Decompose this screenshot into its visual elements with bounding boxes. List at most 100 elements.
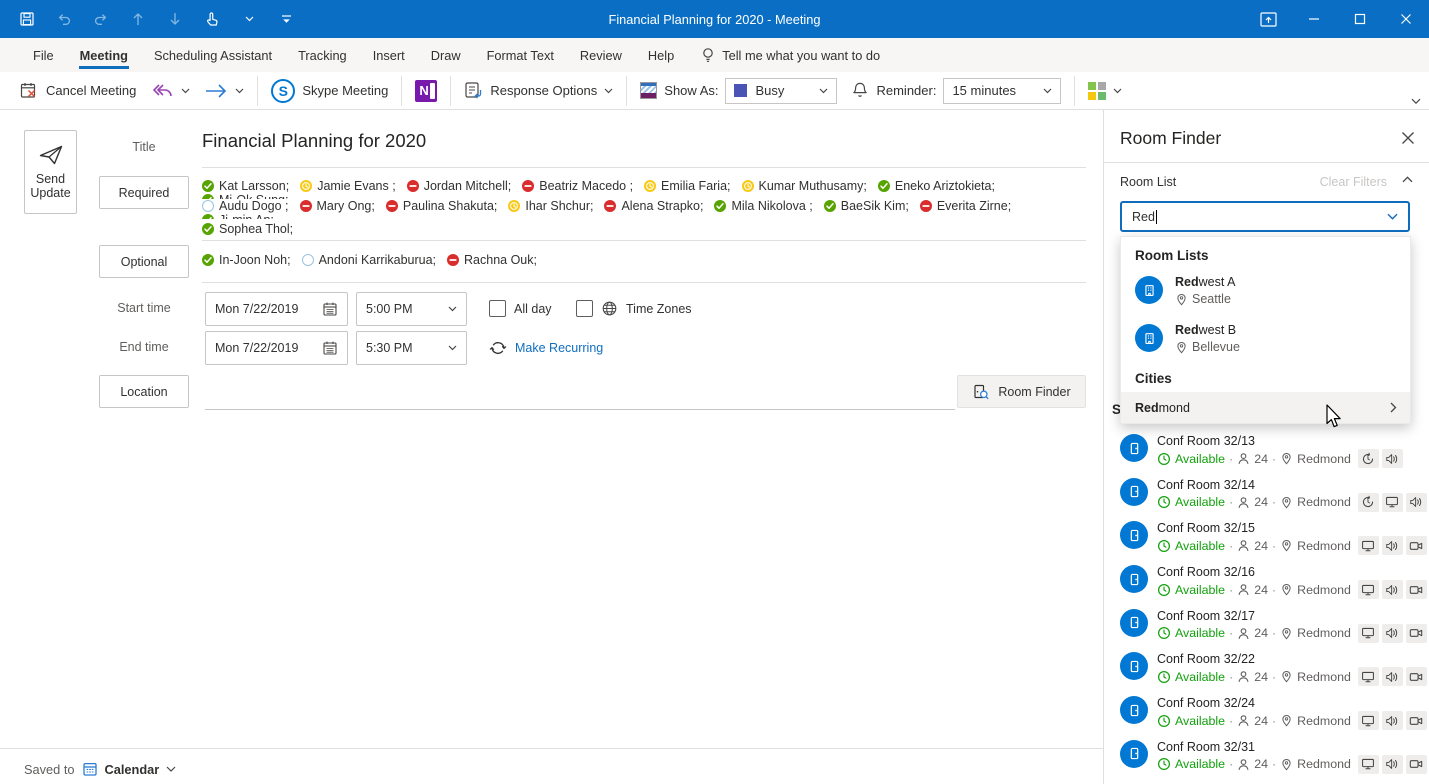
room-list-option[interactable]: Redwest A Seattle — [1121, 266, 1410, 314]
end-time-dropdown[interactable]: 5:30 PM — [356, 331, 467, 365]
move-up-icon — [129, 10, 147, 28]
cancel-meeting-button[interactable]: Cancel Meeting — [12, 76, 143, 106]
ribbon-tab[interactable]: Review — [567, 38, 635, 72]
attendee-status-icon — [508, 200, 521, 212]
room-meta: Available 24 Redmond — [1157, 492, 1427, 512]
title-field[interactable]: Financial Planning for 2020 — [202, 130, 426, 152]
touch-mouse-mode-icon[interactable] — [203, 10, 221, 28]
meeting-notes-button[interactable]: N — [408, 76, 444, 106]
ribbon-tab[interactable]: Draw — [418, 38, 474, 72]
room-list-item[interactable]: Conf Room 32/22 Available 24 Redmond — [1120, 650, 1427, 694]
attendee[interactable]: Beatriz Macedo ; — [522, 179, 633, 193]
search-chevron-icon[interactable] — [1387, 213, 1398, 220]
display-icon — [1357, 623, 1379, 643]
all-day-checkbox[interactable] — [489, 300, 506, 317]
attendee-name: Jordan Mitchell; — [423, 179, 512, 193]
skype-meeting-button[interactable]: S Skype Meeting — [264, 76, 395, 106]
attendee[interactable]: Jamie Evans ; — [300, 179, 396, 193]
room-list-item[interactable]: Conf Room 32/24 Available 24 Redmond — [1120, 694, 1427, 738]
response-options-button[interactable]: Response Options — [457, 76, 620, 106]
ribbon-tab[interactable]: Tracking — [285, 38, 360, 72]
attendee[interactable]: Paulina Shakuta; — [385, 199, 497, 213]
touch-mode-dropdown-icon[interactable] — [240, 10, 258, 28]
attendee[interactable]: BaeSik Kim; — [823, 199, 909, 213]
room-list-item[interactable]: Conf Room 32/15 Available 24 Redmond — [1120, 519, 1427, 563]
attendee[interactable]: Mary Ong; — [299, 199, 375, 213]
collapse-section-icon[interactable] — [1402, 176, 1413, 183]
optional-attendees-field[interactable]: In-Joon Noh; Andoni Karrikaburua; Rachna O… — [202, 250, 1086, 270]
required-attendees-field[interactable]: Kat Larsson; Jamie Evans ; Jordan Mitchell… — [202, 179, 1086, 239]
saved-calendar-name[interactable]: Calendar — [105, 762, 160, 777]
room-list-item[interactable]: Conf Room 32/31 Available 24 Redmond — [1120, 738, 1427, 782]
response-options-label: Response Options — [490, 83, 598, 98]
ribbon-tab[interactable]: Insert — [360, 38, 418, 72]
reply-dropdown-icon[interactable] — [181, 88, 190, 94]
minimize-icon[interactable] — [1291, 0, 1337, 38]
time-zones-checkbox[interactable] — [576, 300, 593, 317]
forward-button[interactable] — [197, 76, 251, 106]
attendee[interactable]: Ji-min An; — [202, 213, 274, 219]
attendee[interactable]: Andoni Karrikaburua; — [301, 253, 436, 267]
room-finder-button[interactable]: Room Finder — [957, 375, 1086, 408]
maximize-icon[interactable] — [1337, 0, 1383, 38]
start-time-value: 5:00 PM — [366, 302, 413, 316]
attendee[interactable]: Mila Nikolova ; — [714, 199, 813, 213]
ribbon-tab[interactable]: Help — [635, 38, 687, 72]
attendee[interactable]: Eneko Ariztokieta; — [877, 179, 995, 193]
attendee[interactable]: Alena Strapko; — [604, 199, 703, 213]
reminder-dropdown[interactable]: 15 minutes — [943, 77, 1062, 104]
attendee-name: Everita Zirne; — [936, 199, 1012, 213]
forward-dropdown-icon[interactable] — [235, 88, 244, 94]
ribbon-tab[interactable]: Meeting — [67, 38, 141, 72]
optional-button[interactable]: Optional — [99, 245, 189, 278]
close-icon[interactable] — [1383, 0, 1429, 38]
reply-button[interactable] — [143, 76, 197, 106]
calendar-picker-icon[interactable] — [322, 340, 338, 356]
calendar-picker-icon[interactable] — [322, 301, 338, 317]
redo-icon — [92, 10, 110, 28]
categorize-button[interactable] — [1081, 76, 1129, 106]
attendee-status-icon — [299, 200, 312, 212]
attendee[interactable]: Rachna Ouk; — [447, 253, 537, 267]
tell-me-box[interactable]: Tell me what you want to do — [701, 38, 880, 72]
show-as-dropdown[interactable]: Busy — [725, 77, 838, 104]
required-button[interactable]: Required — [99, 176, 189, 209]
ribbon-tab[interactable]: Scheduling Assistant — [141, 38, 285, 72]
room-details: Conf Room 32/17 Available 24 Redmond — [1157, 607, 1427, 651]
attendee[interactable]: Jordan Mitchell; — [406, 179, 512, 193]
attendee-status-icon — [823, 200, 836, 212]
ribbon-tab[interactable]: File — [20, 38, 67, 72]
attendee[interactable]: In-Joon Noh; — [202, 253, 291, 267]
show-as-icon — [640, 82, 658, 99]
ribbon-display-options-icon[interactable] — [1245, 0, 1291, 38]
make-recurring-link[interactable]: Make Recurring — [489, 339, 603, 357]
save-icon[interactable] — [18, 10, 36, 28]
send-update-button[interactable]: Send Update — [24, 130, 77, 214]
customize-quick-access-toolbar-icon[interactable] — [277, 10, 295, 28]
attendee[interactable]: Emilia Faria; — [644, 179, 731, 193]
ribbon-tab[interactable]: Format Text — [474, 38, 567, 72]
room-list-option[interactable]: Redwest B Bellevue — [1121, 314, 1410, 362]
attendee[interactable]: Sophea Thol; — [202, 222, 293, 236]
attendee[interactable]: Kat Larsson; — [202, 179, 289, 193]
attendee[interactable]: Audu Dogo ; — [202, 199, 289, 213]
attendee[interactable]: Ihar Shchur; — [508, 199, 593, 213]
location-button[interactable]: Location — [99, 375, 189, 408]
attendee-status-icon — [741, 180, 754, 192]
end-date-picker[interactable]: Mon 7/22/2019 — [205, 331, 348, 365]
collapse-ribbon-icon[interactable] — [1411, 98, 1421, 105]
clear-filters-button[interactable]: Clear Filters — [1320, 175, 1387, 189]
room-list-item[interactable]: Conf Room 32/14 Available 24 Redmond — [1120, 476, 1427, 520]
city-option[interactable]: Redmond — [1121, 392, 1410, 423]
room-list-item[interactable]: Conf Room 32/17 Available 24 Redmond — [1120, 607, 1427, 651]
start-time-dropdown[interactable]: 5:00 PM — [356, 292, 467, 326]
room-list-item[interactable]: Conf Room 32/13 Available 24 Redmond — [1120, 432, 1425, 476]
saved-calendar-chevron-icon[interactable] — [166, 766, 176, 772]
location-input[interactable] — [205, 409, 955, 410]
room-list-item[interactable]: Conf Room 32/16 Available 24 Redmond — [1120, 563, 1427, 607]
room-list-search-input[interactable]: Red — [1120, 201, 1410, 232]
attendee[interactable]: Kumar Muthusamy; — [741, 179, 867, 193]
start-date-picker[interactable]: Mon 7/22/2019 — [205, 292, 348, 326]
close-panel-icon[interactable] — [1401, 131, 1415, 145]
attendee[interactable]: Everita Zirne; — [919, 199, 1012, 213]
